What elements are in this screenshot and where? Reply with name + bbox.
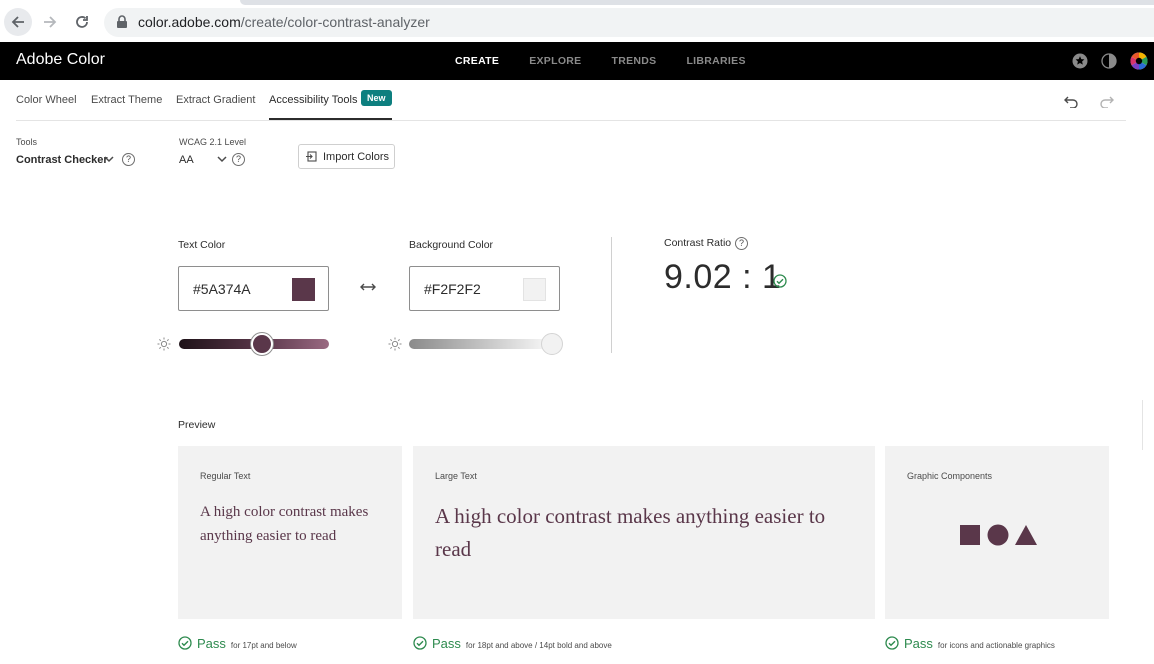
large-text-sample: A high color contrast makes anything eas… xyxy=(435,504,826,561)
pass-label: Pass xyxy=(197,636,226,651)
preview-card-regular-text: Regular Text A high color contrast makes… xyxy=(178,446,402,619)
text-color-slider-handle[interactable] xyxy=(250,333,273,355)
wcag-help-icon[interactable]: ? xyxy=(232,153,245,166)
contrast-help-icon[interactable]: ? xyxy=(735,237,748,250)
nav-create[interactable]: CREATE xyxy=(455,55,499,67)
reload-icon xyxy=(76,16,88,28)
header-icons xyxy=(1072,52,1148,70)
tools-label: Tools xyxy=(16,137,38,147)
tools-help-icon[interactable]: ? xyxy=(122,153,135,166)
regular-text-sample: A high color contrast makes anything eas… xyxy=(200,504,369,544)
reload-button[interactable] xyxy=(68,8,96,36)
arrow-right-icon xyxy=(44,16,57,28)
graphic-components-result: Pass for icons and actionable graphics xyxy=(885,634,1055,651)
brand-logo-text[interactable]: Adobe Color xyxy=(16,51,105,69)
pass-label: Pass xyxy=(904,636,933,651)
tab-color-wheel[interactable]: Color Wheel xyxy=(16,94,77,106)
pass-check-icon xyxy=(773,274,787,288)
pass-note: for icons and actionable graphics xyxy=(937,641,1055,650)
pass-label: Pass xyxy=(432,636,461,651)
url-text: color.adobe.com/create/color-contrast-an… xyxy=(138,14,430,30)
active-tab-indicator xyxy=(269,118,392,120)
arrow-left-icon xyxy=(11,16,24,28)
graphic-shapes xyxy=(960,524,1037,546)
text-color-swatch[interactable] xyxy=(292,278,315,301)
undo-icon[interactable] xyxy=(1064,96,1078,108)
import-icon xyxy=(306,151,317,162)
nav-trends[interactable]: TRENDS xyxy=(611,55,656,67)
contrast-ratio-value: 9.02 : 1 xyxy=(664,258,782,296)
chevron-down-icon[interactable] xyxy=(104,156,114,163)
nav-libraries[interactable]: LIBRARIES xyxy=(686,55,745,67)
pass-check-icon xyxy=(885,636,899,650)
tab-accessibility-tools[interactable]: Accessibility Tools xyxy=(269,94,357,106)
background-color-label: Background Color xyxy=(409,239,494,251)
main-nav: CREATE EXPLORE TRENDS LIBRARIES xyxy=(455,55,776,67)
large-text-result: Pass for 18pt and above / 14pt bold and … xyxy=(413,634,612,651)
pass-check-icon xyxy=(178,636,192,650)
url-domain: color.adobe.com xyxy=(138,14,241,30)
back-button[interactable] xyxy=(4,8,32,36)
swap-colors-icon[interactable] xyxy=(360,281,376,293)
undo-redo-group xyxy=(1064,96,1114,108)
preview-card-graphic-components: Graphic Components xyxy=(885,446,1109,619)
preview-title: Preview xyxy=(178,419,216,431)
preview-card-large-text: Large Text A high color contrast makes a… xyxy=(413,446,875,619)
circle-shape-icon xyxy=(987,524,1009,546)
triangle-shape-icon xyxy=(1015,525,1037,545)
wcag-dropdown-value[interactable]: AA xyxy=(179,154,194,166)
card-title: Regular Text xyxy=(200,471,251,481)
background-color-swatch[interactable] xyxy=(523,278,546,301)
text-color-label: Text Color xyxy=(178,239,226,251)
wcag-label: WCAG 2.1 Level xyxy=(179,137,247,147)
create-subnav: Color Wheel Extract Theme Extract Gradie… xyxy=(16,80,1126,121)
dark-mode-icon[interactable] xyxy=(1101,53,1117,69)
new-badge: New xyxy=(361,90,392,106)
chevron-down-icon[interactable] xyxy=(217,156,227,163)
lock-icon xyxy=(117,15,127,28)
app-header: Adobe Color CREATE EXPLORE TRENDS LIBRAR… xyxy=(0,42,1154,80)
import-colors-label: Import Colors xyxy=(323,150,390,163)
card-title: Graphic Components xyxy=(907,471,993,481)
browser-toolbar: color.adobe.com/create/color-contrast-an… xyxy=(0,0,1154,42)
pass-note: for 17pt and below xyxy=(230,641,297,650)
redo-icon[interactable] xyxy=(1100,96,1114,108)
pass-note: for 18pt and above / 14pt bold and above xyxy=(465,641,612,650)
import-colors-button[interactable]: Import Colors xyxy=(298,144,395,169)
tab-strip xyxy=(240,0,1154,5)
square-shape-icon xyxy=(960,525,980,545)
background-color-field[interactable]: #F2F2F2 xyxy=(409,266,560,311)
forward-button[interactable] xyxy=(36,8,64,36)
star-badge-icon[interactable] xyxy=(1072,53,1088,69)
tab-extract-gradient[interactable]: Extract Gradient xyxy=(176,94,255,106)
contrast-ratio-label: Contrast Ratio xyxy=(664,237,732,249)
background-color-hex[interactable]: #F2F2F2 xyxy=(424,281,481,297)
background-color-slider-handle[interactable] xyxy=(540,333,563,355)
tools-dropdown-value[interactable]: Contrast Checker xyxy=(16,154,108,166)
tab-extract-theme[interactable]: Extract Theme xyxy=(91,94,162,106)
regular-text-result: Pass for 17pt and below xyxy=(178,634,297,651)
url-path: /create/color-contrast-analyzer xyxy=(240,14,430,30)
color-wheel-icon[interactable] xyxy=(1130,52,1148,70)
address-bar[interactable]: color.adobe.com/create/color-contrast-an… xyxy=(104,8,1154,37)
brightness-icon xyxy=(157,337,171,351)
side-panel-edge xyxy=(1142,400,1154,450)
vertical-divider xyxy=(611,237,612,353)
pass-check-icon xyxy=(413,636,427,650)
brightness-icon xyxy=(388,337,402,351)
card-title: Large Text xyxy=(435,471,477,481)
text-color-field[interactable]: #5A374A xyxy=(178,266,329,311)
nav-explore[interactable]: EXPLORE xyxy=(529,55,581,67)
text-color-hex[interactable]: #5A374A xyxy=(193,281,251,297)
background-color-brightness-slider[interactable] xyxy=(409,339,559,349)
